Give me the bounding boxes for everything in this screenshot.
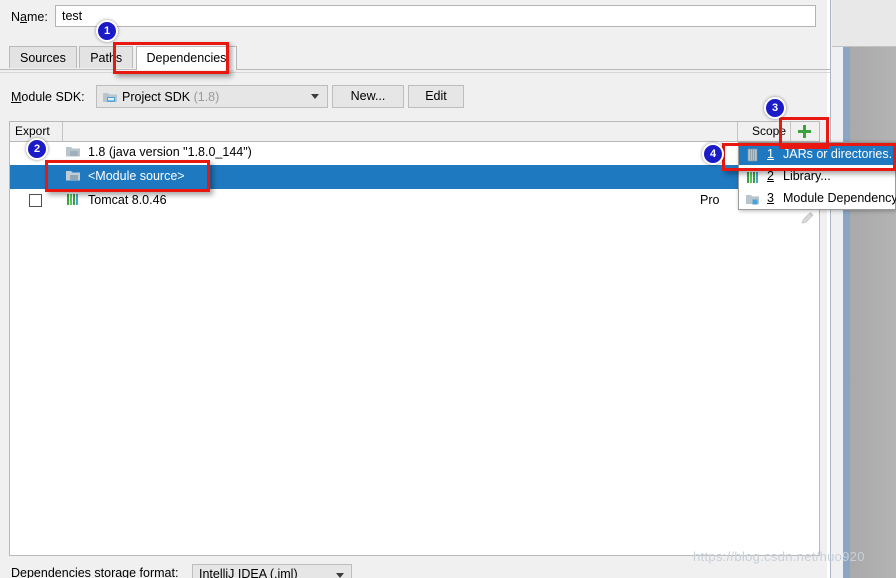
name-row: Name: [0, 5, 830, 29]
pencil-icon [801, 212, 814, 224]
table-row[interactable]: Tomcat 8.0.46 Pro [10, 189, 819, 213]
annotation-marker-2: 2 [26, 138, 48, 160]
name-label: Name: [11, 10, 48, 24]
plus-icon [798, 125, 811, 138]
module-folder-icon [746, 191, 760, 213]
screenshot-root: Name: Sources Paths Dependencies Module … [0, 0, 896, 578]
module-sdk-label: Module SDK: [11, 90, 85, 104]
watermark: https://blog.csdn.net/huo920 [693, 549, 865, 564]
table-row[interactable]: <Module source> [10, 165, 819, 189]
menu-item-jars-or-directories[interactable]: 1 JARs or directories... [739, 143, 896, 165]
dependencies-table-header: Export Scope [10, 122, 819, 142]
menu-item-label: JARs or directories... [783, 147, 896, 161]
menu-item-label: Library... [783, 169, 831, 183]
column-header-name[interactable] [63, 122, 738, 141]
menu-item-shortcut: 3 [767, 191, 774, 205]
dependencies-table: Export Scope 1.8 (java version "1.8.0_14… [9, 121, 820, 556]
edit-dependency-button[interactable] [800, 210, 816, 229]
tabstrip-divider-secondary [0, 72, 830, 73]
module-sdk-name: Project SDK [122, 90, 191, 104]
export-checkbox[interactable] [29, 194, 42, 207]
module-sdk-version: (1.8) [193, 90, 220, 104]
tab-dependencies[interactable]: Dependencies [135, 46, 238, 70]
chevron-down-icon [311, 94, 319, 99]
menu-item-label: Module Dependency... [783, 191, 896, 205]
menu-item-shortcut: 2 [767, 169, 774, 183]
dependencies-storage-format-value: IntelliJ IDEA (.iml) [199, 567, 298, 578]
ide-toolbar [832, 0, 896, 47]
module-sdk-combo[interactable]: Project SDK (1.8) [96, 85, 328, 108]
table-row-label: Tomcat 8.0.46 [88, 193, 167, 207]
dependencies-storage-format-label: Dependencies storage format: [11, 566, 179, 578]
menu-item-shortcut: 1 [767, 147, 774, 161]
add-dependency-popup-menu: 1 JARs or directories... 2 Library... 3 … [738, 142, 896, 210]
edit-sdk-button[interactable]: Edit [408, 85, 464, 108]
library-bars-icon [66, 193, 81, 209]
ide-scrollbar-thumb[interactable] [843, 0, 850, 578]
add-dependency-button[interactable] [791, 122, 819, 141]
new-sdk-button[interactable]: New... [332, 85, 404, 108]
module-sdk-value: Project SDK (1.8) [122, 90, 219, 104]
tabstrip-divider [0, 69, 830, 70]
chevron-down-icon [336, 573, 344, 578]
table-row-scope: Pro [700, 193, 720, 207]
column-header-scope[interactable]: Scope [738, 122, 791, 141]
sdk-folder-icon [103, 91, 118, 107]
annotation-marker-4: 4 [702, 143, 724, 165]
annotation-marker-3: 3 [764, 97, 786, 119]
menu-item-module-dependency[interactable]: 3 Module Dependency... [739, 187, 896, 209]
settings-tabstrip: Sources Paths Dependencies [9, 46, 238, 70]
table-row-label: 1.8 (java version "1.8.0_144") [88, 145, 252, 159]
module-name-input[interactable] [55, 5, 816, 27]
menu-item-library[interactable]: 2 Library... [739, 165, 895, 187]
jdk-folder-icon [66, 145, 81, 162]
table-row[interactable]: 1.8 (java version "1.8.0_144") [10, 141, 819, 165]
tab-paths[interactable]: Paths [79, 46, 134, 68]
annotation-marker-1: 1 [96, 20, 118, 42]
tab-sources[interactable]: Sources [9, 46, 77, 68]
dependencies-storage-format-combo[interactable]: IntelliJ IDEA (.iml) [192, 564, 352, 578]
module-settings-dialog: Name: Sources Paths Dependencies Module … [0, 0, 831, 578]
module-source-folder-icon [66, 169, 81, 186]
table-row-label: <Module source> [88, 169, 185, 183]
dialog-right-edge [827, 0, 830, 578]
